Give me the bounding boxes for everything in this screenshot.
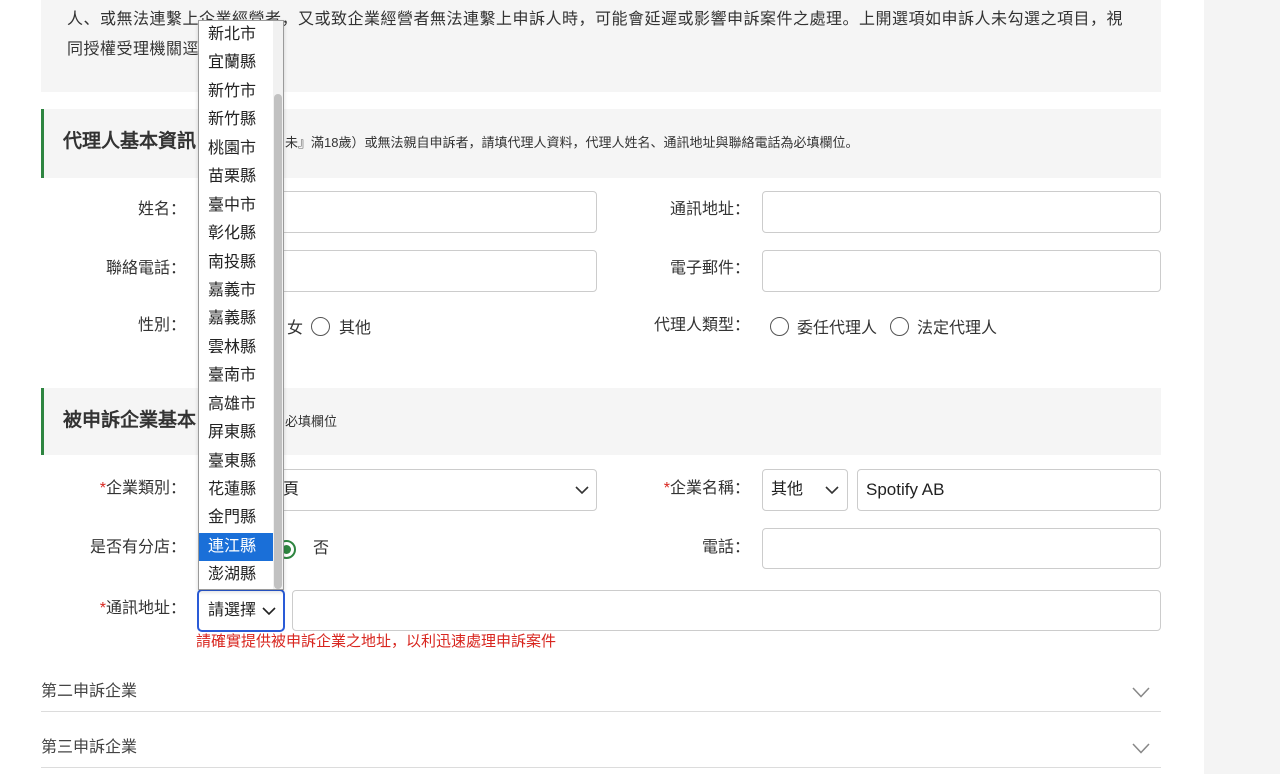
- company-phone-input[interactable]: [762, 528, 1161, 569]
- chevron-down-icon: [262, 606, 276, 615]
- company-address-input[interactable]: [292, 590, 1161, 631]
- dropdown-option[interactable]: 澎湖縣: [199, 561, 274, 589]
- chevron-down-icon[interactable]: [1132, 687, 1150, 698]
- dropdown-option[interactable]: 花蓮縣: [199, 476, 274, 504]
- dropdown-option[interactable]: 新竹縣: [199, 106, 274, 134]
- gender-option-other-label[interactable]: 其他: [339, 319, 371, 339]
- company-type-label-text: 企業類別：: [105, 480, 186, 497]
- agent-email-label: 電子郵件：: [669, 260, 750, 277]
- company-name-label: *企業名稱：: [664, 479, 750, 499]
- city-dropdown-list[interactable]: 新北市 宜蘭縣 新竹市 新竹縣 桃園市 苗栗縣 臺中市 彰化縣 南投縣 嘉義市 …: [198, 20, 284, 590]
- company-address-city-select[interactable]: 請選擇: [198, 590, 284, 631]
- dropdown-option[interactable]: 新竹市: [199, 78, 274, 106]
- chevron-down-icon: [575, 486, 589, 494]
- branch-option-no-label[interactable]: 否: [313, 539, 329, 559]
- company-name-input[interactable]: Spotify AB: [857, 469, 1161, 511]
- dropdown-option[interactable]: 苗栗縣: [199, 163, 274, 191]
- type-radio-legal[interactable]: [890, 317, 909, 336]
- dropdown-option[interactable]: 臺東縣: [199, 448, 274, 476]
- type-option-legal-label[interactable]: 法定代理人: [917, 319, 997, 339]
- company-type-label: *企業類別：: [100, 479, 186, 499]
- city-dropdown-options: 新北市 宜蘭縣 新竹市 新竹縣 桃園市 苗栗縣 臺中市 彰化縣 南投縣 嘉義市 …: [199, 21, 274, 589]
- agent-phone-label: 聯絡電話：: [105, 260, 186, 277]
- dropdown-option[interactable]: 嘉義縣: [199, 305, 274, 333]
- agent-address-input[interactable]: [762, 191, 1161, 233]
- gender-option-female-label[interactable]: 女: [287, 319, 303, 339]
- type-option-commissioned-label[interactable]: 委任代理人: [797, 319, 877, 339]
- chevron-down-icon: [825, 486, 839, 494]
- dropdown-option[interactable]: 彰化縣: [199, 220, 274, 248]
- dropdown-scrollbar[interactable]: [273, 21, 283, 589]
- agent-name-label: 姓名：: [137, 201, 186, 218]
- dropdown-option[interactable]: 宜蘭縣: [199, 49, 274, 77]
- page-side-gutter: [1204, 0, 1280, 774]
- accordion-second-company[interactable]: 第二申訴企業: [41, 673, 1161, 712]
- agent-email-input[interactable]: [762, 250, 1161, 292]
- dropdown-option[interactable]: 桃園市: [199, 135, 274, 163]
- dropdown-option[interactable]: 臺中市: [199, 192, 274, 220]
- company-name-label-text: 企業名稱：: [669, 480, 750, 497]
- company-address-label-text: 通訊地址：: [105, 600, 186, 617]
- type-radio-commissioned[interactable]: [770, 317, 789, 336]
- dropdown-scrollbar-thumb[interactable]: [274, 94, 282, 589]
- dropdown-option[interactable]: 新北市: [199, 21, 274, 49]
- company-phone-label: 電話：: [701, 539, 750, 556]
- company-section-note: 必填欄位: [285, 414, 338, 429]
- notice-line-2: 同授權受理機關逕: [67, 41, 200, 58]
- agent-gender-label: 性別：: [137, 317, 186, 334]
- dropdown-option[interactable]: 雲林縣: [199, 334, 274, 362]
- company-address-hint: 請確實提供被申訴企業之地址，以利迅速處理申訴案件: [196, 633, 557, 650]
- agent-type-label: 代理人類型：: [653, 317, 750, 334]
- company-name-type-value: 其他: [771, 481, 804, 498]
- accordion-third-company-label: 第三申訴企業: [41, 739, 138, 756]
- accordion-third-company[interactable]: 第三申訴企業: [41, 729, 1161, 768]
- gender-radio-other[interactable]: [311, 317, 330, 336]
- agent-section-note: 未』滿18歲）或無法親自申訴者，請填代理人資料，代理人姓名、通訊地址與聯絡電話為…: [285, 135, 859, 150]
- branch-label: 是否有分店：: [89, 539, 186, 556]
- company-address-city-value: 請選擇: [208, 602, 257, 619]
- company-name-value: Spotify AB: [866, 480, 945, 499]
- dropdown-option[interactable]: 連江縣: [199, 532, 274, 562]
- company-type-value: 頁: [283, 481, 300, 498]
- agent-section-title: 代理人基本資訊: [63, 131, 197, 152]
- dropdown-option[interactable]: 金門縣: [199, 504, 274, 532]
- company-address-label: *通訊地址：: [100, 599, 186, 619]
- agent-address-label: 通訊地址：: [669, 201, 750, 218]
- dropdown-option[interactable]: 屏東縣: [199, 419, 274, 447]
- chevron-down-icon[interactable]: [1132, 743, 1150, 754]
- accordion-second-company-label: 第二申訴企業: [41, 683, 138, 700]
- dropdown-option[interactable]: 臺南市: [199, 362, 274, 390]
- dropdown-option[interactable]: 高雄市: [199, 391, 274, 419]
- dropdown-option[interactable]: 南投縣: [199, 249, 274, 277]
- company-section-title: 被申訴企業基本: [63, 410, 197, 431]
- dropdown-option[interactable]: 嘉義市: [199, 277, 274, 305]
- company-name-type-select[interactable]: 其他: [762, 469, 848, 511]
